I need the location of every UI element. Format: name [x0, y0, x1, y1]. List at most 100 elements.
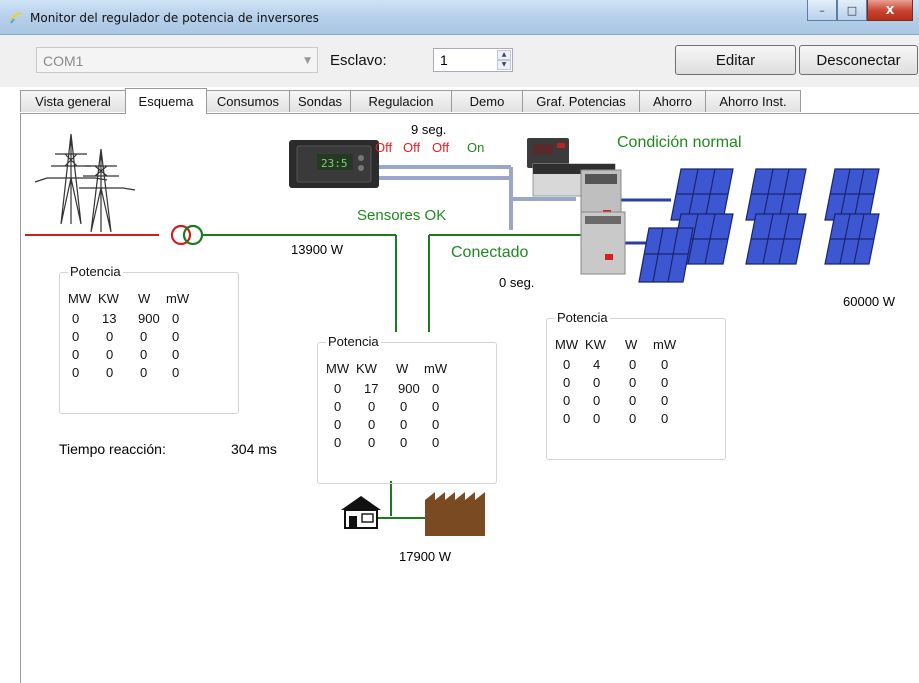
maximize-button[interactable]: □	[837, 0, 867, 21]
col-header-w: W	[625, 337, 638, 352]
solar-power-group: Potencia MW KW W mW 0 4 0 0 0 0 0 0 0 0 …	[546, 310, 726, 460]
table-cell: 0	[106, 329, 114, 344]
table-cell: 0	[368, 417, 376, 432]
house-icon	[341, 496, 381, 529]
controller-device-icon: 23:5	[289, 140, 379, 188]
grid-power-label: 13900 W	[291, 242, 344, 257]
solar-panels-icon	[638, 168, 880, 283]
table-cell: 0	[140, 329, 148, 344]
table-cell: 0	[172, 365, 180, 380]
transformer-icon	[170, 224, 204, 246]
table-cell: 0	[172, 347, 180, 362]
table-cell: 900	[138, 311, 160, 326]
table-cell: 0	[432, 381, 440, 396]
svg-text:23:5: 23:5	[321, 157, 348, 170]
load-power-label: 17900 W	[399, 549, 452, 564]
col-header-kw: KW	[585, 337, 606, 352]
tab-consumos[interactable]: Consumos	[206, 90, 290, 112]
table-cell: 0	[400, 417, 408, 432]
tab-vista-general[interactable]: Vista general	[20, 90, 126, 112]
spin-up-icon[interactable]: ▲	[497, 50, 511, 60]
table-cell: 0	[432, 417, 440, 432]
table-cell: 0	[106, 347, 114, 362]
table-cell: 0	[334, 435, 342, 450]
table-cell: 0	[334, 399, 342, 414]
col-header-mw-milli: mW	[424, 361, 448, 376]
relay-2-label: Off	[403, 140, 421, 155]
edit-button[interactable]: Editar	[675, 45, 796, 75]
table-cell: 0	[563, 375, 571, 390]
slave-value: 1	[440, 52, 448, 68]
table-cell: 0	[140, 365, 148, 380]
table-cell: 0	[72, 311, 80, 326]
inverter-icon-3	[580, 211, 626, 275]
table-cell: 0	[334, 381, 342, 396]
connection-timer-label: 0 seg.	[499, 275, 535, 290]
timer-top-label: 9 seg.	[411, 122, 447, 137]
table-cell: 0	[106, 365, 114, 380]
tab-sondas[interactable]: Sondas	[289, 90, 351, 112]
table-cell: 0	[629, 411, 637, 426]
port-select[interactable]: COM1 ▼	[36, 47, 318, 73]
table-cell: 0	[432, 399, 440, 414]
grid-power-group-title: Potencia	[68, 264, 123, 279]
table-cell: 13	[102, 311, 117, 326]
col-header-kw: KW	[98, 291, 119, 306]
table-cell: 0	[661, 357, 669, 372]
connection-status-label: Conectado	[451, 244, 529, 261]
col-header-kw: KW	[356, 361, 377, 376]
window-controls: – □ X	[807, 0, 913, 22]
table-cell: 0	[563, 411, 571, 426]
title-bar[interactable]: Monitor del regulador de potencia de inv…	[0, 0, 919, 35]
reaction-time-value: 304 ms	[231, 441, 277, 457]
col-header-mw: MW	[68, 291, 92, 306]
slave-spinbox[interactable]: 1 ▲ ▼	[433, 48, 513, 72]
minimize-button[interactable]: –	[807, 0, 837, 21]
tab-ahorro-inst[interactable]: Ahorro Inst.	[705, 90, 801, 112]
table-cell: 0	[334, 417, 342, 432]
table-cell: 0	[661, 411, 669, 426]
reaction-time-label: Tiempo reacción:	[59, 441, 166, 457]
table-cell: 0	[593, 375, 601, 390]
tab-esquema[interactable]: Esquema	[125, 88, 207, 114]
load-power-group: Potencia MW KW W mW 0 17 900 0 0 0 0 0 0…	[317, 334, 497, 484]
schema-panel: 23:5 9 seg. Off Off Off On Condición nor…	[20, 113, 919, 683]
tab-ahorro[interactable]: Ahorro	[639, 90, 706, 112]
table-cell: 0	[72, 365, 80, 380]
factory-icon	[425, 492, 485, 536]
table-cell: 0	[661, 393, 669, 408]
table-cell: 0	[629, 357, 637, 372]
close-button[interactable]: X	[867, 0, 913, 21]
app-icon	[9, 11, 22, 24]
table-cell: 900	[398, 381, 420, 396]
table-cell: 0	[400, 399, 408, 414]
spin-buttons: ▲ ▼	[497, 50, 511, 70]
status-normal-label: Condición normal	[617, 134, 742, 151]
table-cell: 0	[593, 393, 601, 408]
table-cell: 0	[140, 347, 148, 362]
col-header-mw: MW	[555, 337, 579, 352]
col-header-mw-milli: mW	[653, 337, 677, 352]
table-cell: 0	[400, 435, 408, 450]
load-power-group-title: Potencia	[326, 334, 381, 349]
spin-down-icon[interactable]: ▼	[497, 60, 511, 70]
col-header-mw: MW	[326, 361, 350, 376]
table-cell: 0	[72, 347, 80, 362]
table-cell: 4	[593, 357, 601, 372]
relay-4-label: On	[467, 140, 485, 155]
tab-regulacion[interactable]: Regulacion	[350, 90, 452, 112]
toolbar: COM1 ▼ Esclavo: 1 ▲ ▼ Editar Desconectar	[0, 35, 919, 87]
table-cell: 0	[172, 311, 180, 326]
sensors-status-label: Sensores OK	[357, 207, 447, 224]
window-title: Monitor del regulador de potencia de inv…	[30, 11, 319, 25]
tab-demo[interactable]: Demo	[451, 90, 523, 112]
table-cell: 0	[629, 393, 637, 408]
grid-power-group: Potencia MW KW W mW 0 13 900 0 0 0 0 0 0…	[59, 264, 239, 414]
disconnect-button[interactable]: Desconectar	[799, 45, 918, 75]
table-cell: 0	[593, 411, 601, 426]
table-cell: 0	[629, 375, 637, 390]
table-cell: 0	[368, 399, 376, 414]
col-header-w: W	[396, 361, 409, 376]
tab-graf-potencias[interactable]: Graf. Potencias	[522, 90, 640, 112]
chevron-down-icon[interactable]: ▼	[304, 56, 311, 66]
